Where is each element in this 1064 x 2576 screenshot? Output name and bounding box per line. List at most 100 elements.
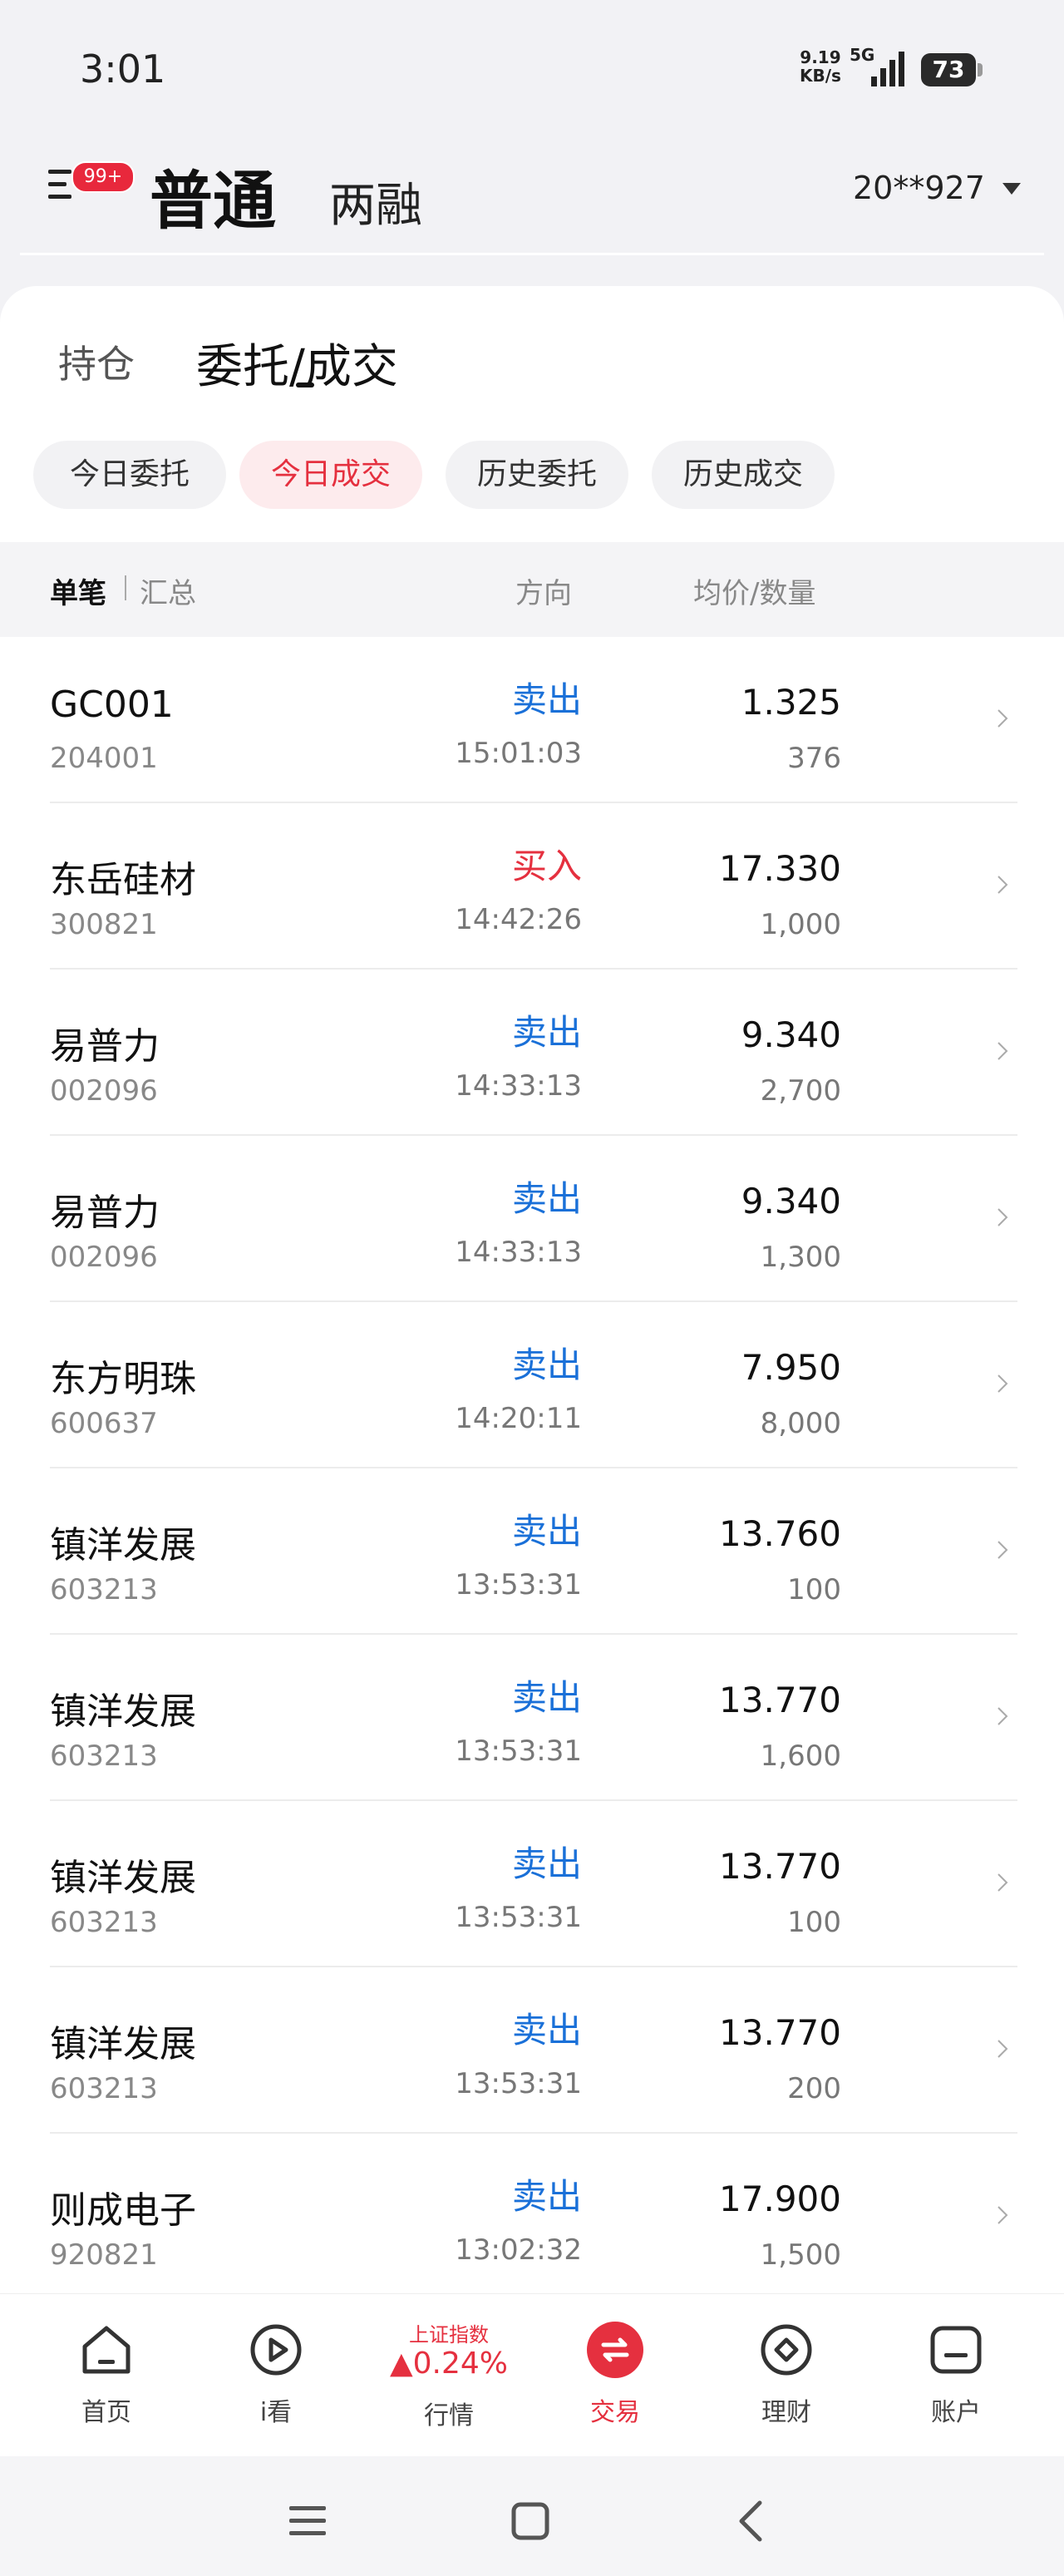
recent-apps-icon[interactable]	[288, 2503, 328, 2539]
account-selector[interactable]: 20**927	[853, 170, 985, 206]
trade-direction: 卖出	[511, 1677, 582, 1718]
stock-name: GC001	[50, 683, 174, 726]
trade-time: 14:20:11	[455, 1402, 582, 1435]
trade-time: 13:53:31	[455, 2067, 582, 2100]
trade-time: 13:53:31	[455, 1901, 582, 1934]
trade-quantity: 376	[787, 742, 841, 775]
back-icon[interactable]	[735, 2500, 765, 2543]
table-row[interactable]: 镇洋发展 603213 卖出 13:53:31 13.770 100	[0, 1801, 1064, 1967]
trade-time: 13:53:31	[455, 1735, 582, 1768]
trade-quantity: 1,500	[760, 2238, 841, 2272]
trade-quantity: 100	[787, 1573, 841, 1606]
chevron-right-icon	[998, 2206, 1008, 2224]
filter-label: 今日委托	[69, 457, 190, 491]
trade-price: 17.330	[719, 848, 841, 889]
system-nav-bar	[0, 2456, 1064, 2576]
trade-quantity: 2,700	[760, 1074, 841, 1108]
index-change: ▲0.24%	[389, 2347, 509, 2381]
trade-direction: 卖出	[511, 1843, 582, 1884]
tab-home[interactable]: 首页	[48, 2320, 165, 2428]
stock-code: 300821	[50, 908, 158, 941]
chevron-down-icon[interactable]	[1002, 183, 1021, 195]
net-speed-value: 9.19	[800, 47, 841, 67]
tab-account[interactable]: 账户	[898, 2320, 1014, 2428]
filter-history-trades[interactable]: 历史成交	[652, 441, 835, 509]
trade-price: 13.770	[719, 1680, 841, 1720]
tab-market-label: 行情	[424, 2401, 474, 2430]
table-row[interactable]: 则成电子 920821 卖出 13:02:32 17.900 1,500	[0, 2134, 1064, 2300]
trade-time: 13:53:31	[455, 1568, 582, 1601]
chevron-right-icon	[998, 709, 1008, 728]
stock-name: 东方明珠	[50, 1358, 196, 1400]
tab-trade[interactable]: 交易	[557, 2320, 673, 2428]
view-summary[interactable]: 汇总	[140, 570, 196, 611]
tab-wealth-label: 理财	[761, 2398, 811, 2427]
trade-quantity: 200	[787, 2072, 841, 2105]
stock-name: 则成电子	[50, 2189, 196, 2232]
net-speed: 9.19 KB/s	[800, 48, 841, 85]
tab-margin-account[interactable]: 两融	[329, 168, 422, 235]
tab-normal-account[interactable]: 普通	[150, 150, 276, 241]
tab-wealth[interactable]: 理财	[728, 2320, 845, 2428]
battery-icon: 73	[921, 53, 976, 86]
trade-quantity: 1,000	[760, 908, 841, 941]
table-row[interactable]: 东方明珠 600637 卖出 14:20:11 7.950 8,000	[0, 1302, 1064, 1468]
stock-name: 镇洋发展	[50, 1524, 196, 1567]
table-row[interactable]: 镇洋发展 603213 卖出 13:53:31 13.760 100	[0, 1468, 1064, 1635]
trade-price: 9.340	[741, 1181, 841, 1221]
chevron-right-icon	[998, 2040, 1008, 2058]
table-row[interactable]: 东岳硅材 300821 买入 14:42:26 17.330 1,000	[0, 803, 1064, 970]
stock-code: 603213	[50, 2072, 158, 2105]
table-row[interactable]: 镇洋发展 603213 卖出 13:53:31 13.770 200	[0, 1967, 1064, 2134]
tab-trade-label: 交易	[590, 2398, 640, 2427]
trade-price: 9.340	[741, 1014, 841, 1055]
trade-price: 1.325	[741, 682, 841, 723]
table-row[interactable]: 镇洋发展 603213 卖出 13:53:31 13.770 1,600	[0, 1635, 1064, 1801]
home-icon	[82, 2326, 131, 2374]
header-divider	[20, 253, 1044, 255]
stock-name: 易普力	[50, 1025, 160, 1068]
chevron-right-icon	[998, 1707, 1008, 1725]
trade-price: 13.770	[719, 2012, 841, 2053]
trade-direction: 卖出	[511, 679, 582, 720]
active-tab-indicator	[296, 382, 314, 387]
trade-price: 7.950	[741, 1347, 841, 1388]
trade-direction: 卖出	[511, 2176, 582, 2217]
filter-today-orders[interactable]: 今日委托	[33, 441, 226, 509]
home-button-icon[interactable]	[510, 2501, 550, 2541]
chevron-right-icon	[998, 1208, 1008, 1226]
trade-time: 14:33:13	[455, 1069, 582, 1103]
table-row[interactable]: 易普力 002096 卖出 14:33:13 9.340 1,300	[0, 1136, 1064, 1302]
stock-code: 603213	[50, 1573, 158, 1606]
filter-label: 今日成交	[270, 457, 391, 491]
trade-time: 14:42:26	[455, 903, 582, 936]
stock-code: 603213	[50, 1906, 158, 1939]
tab-watch[interactable]: i看	[218, 2320, 334, 2428]
index-name: 上证指数	[409, 2323, 489, 2347]
stock-code: 600637	[50, 1407, 158, 1440]
tab-watch-label: i看	[259, 2398, 293, 2427]
trade-direction: 卖出	[511, 1345, 582, 1385]
column-price-qty: 均价/数量	[693, 577, 816, 610]
filter-label: 历史委托	[476, 457, 597, 491]
table-row[interactable]: 易普力 002096 卖出 14:33:13 9.340 2,700	[0, 970, 1064, 1136]
trade-quantity: 8,000	[760, 1407, 841, 1440]
status-bar: 3:01 9.19 KB/s 5G 73	[0, 0, 1064, 141]
trade-time: 15:01:03	[455, 737, 582, 770]
status-time: 3:01	[80, 47, 166, 91]
stock-name: 东岳硅材	[50, 859, 196, 901]
filter-history-orders[interactable]: 历史委托	[446, 441, 628, 509]
trade-quantity: 1,600	[760, 1740, 841, 1773]
table-row[interactable]: GC001 204001 卖出 15:01:03 1.325 376	[0, 637, 1064, 803]
account-icon	[930, 2326, 982, 2374]
trade-price: 13.770	[719, 1846, 841, 1887]
view-single[interactable]: 单笔	[50, 570, 106, 611]
filter-today-trades[interactable]: 今日成交	[239, 441, 422, 509]
chevron-right-icon	[998, 1374, 1008, 1393]
trade-quantity: 100	[787, 1906, 841, 1939]
chevron-right-icon	[998, 876, 1008, 894]
trade-direction: 卖出	[511, 1511, 582, 1552]
chevron-right-icon	[998, 1873, 1008, 1892]
tab-holdings[interactable]: 持仓	[58, 334, 135, 389]
trade-direction: 卖出	[511, 1012, 582, 1053]
